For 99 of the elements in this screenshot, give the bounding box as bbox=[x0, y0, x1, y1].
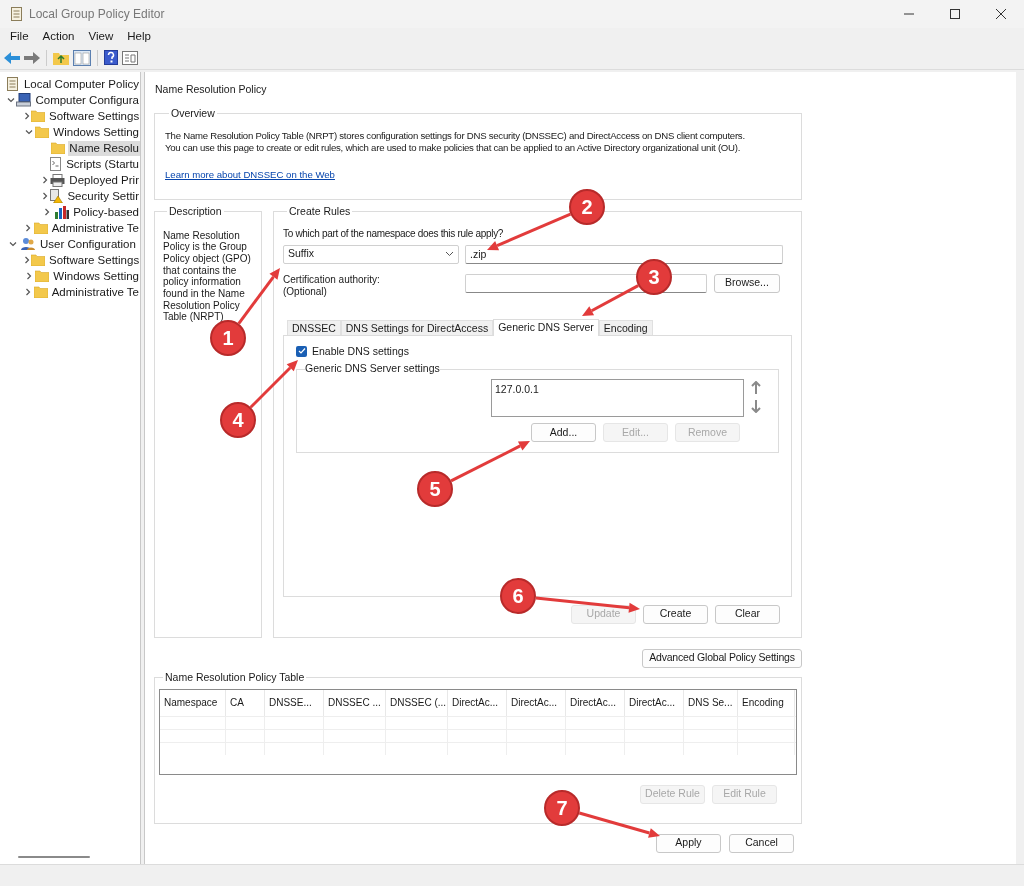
apply-button[interactable]: Apply bbox=[656, 833, 721, 853]
namespace-label: To which part of the namespace does this rule apply? bbox=[283, 226, 504, 241]
overview-text: The Name Resolution Policy Table (NRPT) stores configuration settings for DNS security (DNSSEC) and DirectAccess on DNS client computers. bbox=[165, 129, 746, 142]
chevron-right-icon[interactable] bbox=[23, 256, 31, 264]
folder-icon bbox=[35, 270, 50, 282]
column-header[interactable]: CA bbox=[226, 689, 265, 716]
folder-icon bbox=[33, 222, 48, 234]
group-title: Generic DNS Server settings bbox=[305, 361, 440, 377]
tree-item[interactable]: Local Computer Policy bbox=[22, 76, 140, 92]
computer-icon bbox=[16, 93, 32, 107]
users-icon bbox=[20, 237, 36, 251]
column-header[interactable]: DirectAc... bbox=[448, 689, 507, 716]
server-list[interactable]: 127.0.0.1 bbox=[491, 379, 744, 417]
properties-icon[interactable] bbox=[122, 50, 138, 65]
group-title: Overview bbox=[170, 105, 216, 121]
tab[interactable]: DNS Settings for DirectAccess bbox=[340, 319, 494, 335]
folder-icon bbox=[35, 126, 50, 138]
scrollbar[interactable] bbox=[18, 856, 90, 858]
folder-icon bbox=[51, 142, 66, 154]
tree-item[interactable]: User Configuration bbox=[39, 236, 137, 252]
chevron-right-icon[interactable] bbox=[41, 176, 50, 184]
chevron-right-icon[interactable] bbox=[40, 192, 49, 200]
document-icon bbox=[6, 77, 20, 91]
checkbox-label: Enable DNS settings bbox=[312, 343, 409, 359]
chevron-right-icon[interactable] bbox=[23, 112, 31, 120]
tab[interactable]: Generic DNS Server bbox=[493, 318, 599, 336]
column-header[interactable]: DirectAc... bbox=[625, 689, 684, 716]
advanced-settings-button[interactable]: Advanced Global Policy Settings bbox=[642, 648, 802, 668]
tree-item[interactable]: Security Settir bbox=[66, 188, 140, 204]
namespace-input[interactable]: .zip bbox=[465, 244, 783, 264]
menu-item[interactable]: File bbox=[10, 28, 29, 46]
chevron-down-icon[interactable] bbox=[25, 128, 34, 136]
checkbox[interactable] bbox=[296, 345, 307, 357]
annotation-arrow bbox=[249, 360, 298, 409]
menu-item[interactable]: Help bbox=[127, 28, 151, 46]
folder-icon bbox=[31, 110, 45, 122]
chevron-down-icon[interactable] bbox=[7, 96, 16, 104]
tree-item[interactable]: Software Settings bbox=[48, 252, 141, 268]
panel-icon[interactable] bbox=[73, 49, 91, 66]
folder-icon bbox=[33, 286, 48, 298]
tree-item[interactable]: Name Resolu bbox=[68, 140, 140, 156]
tree-item[interactable]: Scripts (Startu bbox=[65, 156, 140, 172]
column-header[interactable]: DirectAc... bbox=[507, 689, 566, 716]
group-title: Name Resolution Policy Table bbox=[164, 669, 306, 685]
arrow-up-icon[interactable] bbox=[750, 381, 762, 395]
add-button[interactable]: Add... bbox=[531, 423, 596, 442]
tree-item[interactable]: Policy-based bbox=[72, 204, 140, 220]
column-header[interactable]: DirectAc... bbox=[566, 689, 625, 716]
menu-item[interactable]: Action bbox=[42, 28, 75, 46]
column-header[interactable]: Namespace bbox=[160, 689, 226, 716]
arrow-down-icon[interactable] bbox=[750, 399, 762, 413]
column-header[interactable]: Encoding bbox=[738, 689, 795, 716]
maximize-icon bbox=[950, 9, 960, 19]
page-title: Name Resolution Policy bbox=[155, 82, 268, 97]
tree-item[interactable]: Administrative Te bbox=[50, 220, 140, 236]
learn-more-link[interactable]: Learn more about DNSSEC on the Web bbox=[165, 167, 335, 182]
document-icon bbox=[10, 7, 23, 21]
printer-icon bbox=[50, 173, 66, 187]
bar-chart-icon bbox=[53, 205, 69, 219]
certification-label: Certification authority: bbox=[283, 273, 381, 286]
chevron-down-icon[interactable] bbox=[9, 240, 17, 248]
tree-item[interactable]: Administrative Te bbox=[50, 284, 140, 300]
namespace-dropdown[interactable]: Suffix bbox=[283, 244, 459, 264]
browse-button[interactable]: Browse... bbox=[714, 273, 780, 293]
chevron-right-icon[interactable] bbox=[24, 224, 33, 232]
column-header[interactable]: DNS Se... bbox=[684, 689, 738, 716]
column-header[interactable]: DNSSEC ... bbox=[324, 689, 386, 716]
clear-button[interactable]: Clear bbox=[715, 604, 780, 624]
help-icon[interactable] bbox=[104, 50, 118, 65]
forward-icon[interactable] bbox=[24, 50, 40, 65]
back-icon[interactable] bbox=[4, 50, 20, 65]
optional-label: (Optional) bbox=[283, 285, 328, 298]
cancel-button[interactable]: Cancel bbox=[729, 833, 794, 853]
close-icon bbox=[996, 9, 1006, 19]
chevron-right-icon[interactable] bbox=[42, 208, 51, 216]
column-header[interactable]: DNSSEC (... bbox=[386, 689, 448, 716]
list-item[interactable]: 127.0.0.1 bbox=[495, 382, 740, 398]
chevron-right-icon[interactable] bbox=[25, 272, 34, 280]
tab[interactable]: DNSSEC bbox=[287, 319, 341, 335]
tree-item[interactable]: Windows Setting bbox=[52, 268, 140, 284]
tree-item[interactable]: Software Settings bbox=[48, 108, 141, 124]
annotation-arrow bbox=[582, 284, 639, 316]
group-title: Description bbox=[168, 203, 223, 219]
menu-item[interactable]: View bbox=[88, 28, 114, 46]
tree-item[interactable]: Windows Setting bbox=[52, 124, 140, 140]
tab[interactable]: Encoding bbox=[598, 319, 653, 335]
security-icon bbox=[49, 189, 64, 203]
overview-text: You can use this page to create or edit rules, which are used to make policies that can be applied to an Active Directory organizational unit (OU). bbox=[165, 141, 742, 154]
tree-item[interactable]: Computer Configura bbox=[34, 92, 140, 108]
group-title: Create Rules bbox=[288, 203, 352, 219]
script-icon bbox=[49, 157, 63, 171]
create-button[interactable]: Create bbox=[643, 604, 708, 624]
window-title: Local Group Policy Editor bbox=[29, 6, 165, 23]
column-header[interactable]: DNSSE... bbox=[265, 689, 324, 716]
tree-item[interactable]: Deployed Prir bbox=[68, 172, 140, 188]
up-folder-icon[interactable] bbox=[53, 50, 69, 65]
chevron-right-icon[interactable] bbox=[24, 288, 33, 296]
folder-icon bbox=[31, 254, 45, 266]
chevron-down-icon bbox=[445, 251, 454, 257]
